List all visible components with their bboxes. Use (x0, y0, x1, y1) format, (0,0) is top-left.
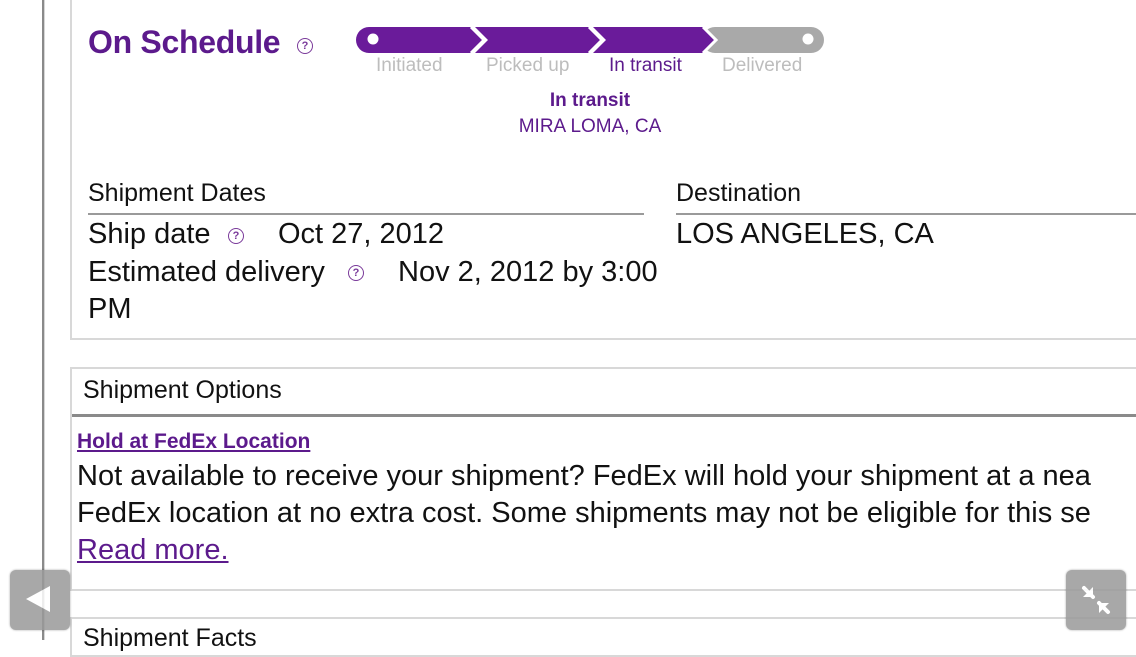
hold-at-fedex-location-link[interactable]: Hold at FedEx Location (77, 430, 310, 454)
progress-segment-picked-up (475, 27, 602, 53)
progress-segment-in-transit (593, 27, 716, 53)
shipment-options-divider (72, 414, 1136, 417)
on-schedule-heading: On Schedule (88, 24, 281, 60)
shrink-button[interactable] (1066, 570, 1126, 630)
estimated-delivery-value-continued: PM (88, 293, 132, 325)
help-icon[interactable]: ? (348, 265, 364, 281)
progress-start-dot (367, 33, 379, 45)
shipment-dates-title: Shipment Dates (88, 179, 266, 207)
current-status: In transit (549, 90, 631, 111)
stage-label-in-transit: In transit (609, 55, 682, 76)
stage-label-picked-up: Picked up (486, 55, 570, 76)
back-button[interactable] (10, 570, 70, 630)
destination-divider (676, 213, 1136, 215)
ship-date-label: Ship date (88, 218, 211, 250)
help-icon[interactable]: ? (228, 228, 244, 244)
ship-date-value: Oct 27, 2012 (278, 218, 445, 250)
shipment-facts-title: Shipment Facts (83, 624, 257, 652)
stage-label-delivered: Delivered (722, 55, 803, 76)
current-location: MIRA LOMA, CA (518, 116, 662, 137)
back-arrow-icon (26, 586, 50, 612)
help-icon[interactable]: ? (297, 38, 313, 54)
progress-bar (356, 26, 826, 54)
destination-title: Destination (676, 179, 802, 207)
stage-label-initiated: Initiated (376, 55, 443, 76)
left-border-highlight (44, 0, 45, 640)
shipment-options-title: Shipment Options (83, 376, 282, 404)
hold-description-line: Not available to receive your shipment? … (77, 460, 1091, 492)
progress-end-dot (802, 33, 814, 45)
shrink-arrows-icon (1082, 586, 1110, 614)
estimated-delivery-label: Estimated delivery (88, 256, 325, 288)
shipment-dates-divider (88, 213, 644, 215)
hold-description-line: FedEx location at no extra cost. Some sh… (77, 497, 1091, 529)
read-more-link[interactable]: Read more. (77, 534, 229, 567)
destination-value: LOS ANGELES, CA (676, 218, 934, 250)
progress-stage-labels: Initiated Picked up In transit Delivered (352, 55, 832, 79)
estimated-delivery-value: Nov 2, 2012 by 3:00 (398, 256, 658, 288)
